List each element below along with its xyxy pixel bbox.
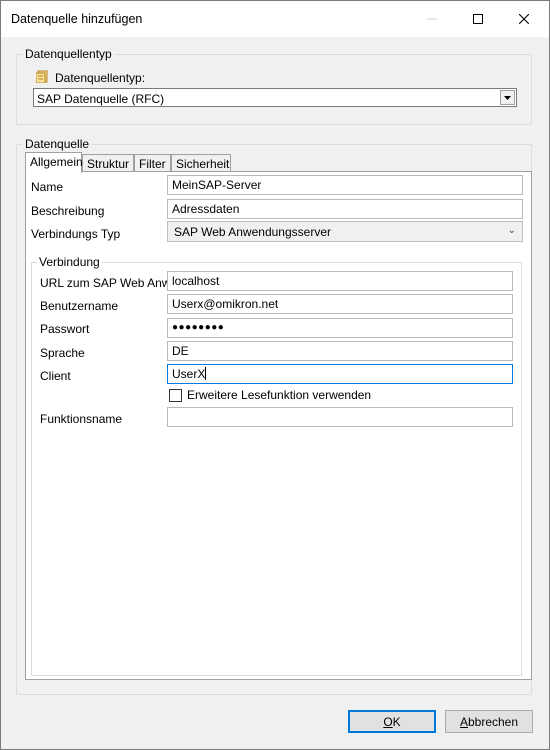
- username-field[interactable]: Userx@omikron.net: [167, 294, 513, 314]
- dropdown-arrow-button[interactable]: [500, 90, 515, 105]
- connection-type-value: SAP Web Anwendungsserver: [174, 225, 331, 239]
- title-bar: Datenquelle hinzufügen: [1, 1, 549, 37]
- language-field[interactable]: DE: [167, 341, 513, 361]
- datasource-legend: Datenquelle: [23, 137, 92, 151]
- tab-sicherheit[interactable]: Sicherheit: [171, 154, 231, 172]
- source-type-value: SAP Datenquelle (RFC): [37, 92, 165, 106]
- username-label: Benutzername: [40, 299, 119, 313]
- name-field[interactable]: MeinSAP-Server: [167, 175, 523, 195]
- cancel-label: bbrechen: [467, 714, 519, 729]
- minimize-icon: [427, 18, 437, 20]
- password-label: Passwort: [40, 322, 90, 336]
- close-icon: [519, 14, 529, 24]
- url-label: URL zum SAP Web Anwe: [40, 276, 178, 290]
- extended-read-label: Erweitere Lesefunktion verwenden: [187, 388, 372, 402]
- dialog-window: Datenquelle hinzufügen Datenquellentyp D…: [0, 0, 550, 750]
- connection-type-select[interactable]: SAP Web Anwendungsserver ⌄: [167, 221, 523, 242]
- datasource-icon: [35, 70, 49, 86]
- chevron-down-icon: [504, 95, 511, 100]
- ok-button[interactable]: OK: [348, 710, 436, 733]
- cancel-button[interactable]: Abbrechen: [445, 710, 533, 733]
- function-name-label: Funktionsname: [40, 412, 123, 426]
- maximize-button[interactable]: [455, 1, 501, 37]
- name-label: Name: [31, 180, 64, 194]
- ok-mnemonic: O: [383, 714, 393, 729]
- description-field[interactable]: Adressdaten: [167, 199, 523, 219]
- maximize-icon: [473, 14, 483, 24]
- close-button[interactable]: [501, 1, 547, 37]
- window-title: Datenquelle hinzufügen: [11, 12, 143, 26]
- connection-legend: Verbindung: [37, 255, 102, 269]
- client-value: UserX: [172, 367, 206, 381]
- ok-label: K: [392, 714, 401, 729]
- client-field[interactable]: UserX: [167, 364, 513, 384]
- function-name-field[interactable]: [167, 407, 513, 427]
- url-field[interactable]: localhost: [167, 271, 513, 291]
- language-label: Sprache: [40, 346, 85, 360]
- tab-struktur[interactable]: Struktur: [82, 154, 134, 172]
- source-type-legend: Datenquellentyp: [23, 47, 114, 61]
- text-caret: [205, 367, 207, 380]
- description-label: Beschreibung: [31, 204, 105, 218]
- tab-filter[interactable]: Filter: [134, 154, 171, 172]
- tab-allgemein[interactable]: Allgemein: [25, 152, 83, 173]
- connection-type-label: Verbindungs Typ: [31, 227, 121, 241]
- source-type-select[interactable]: SAP Datenquelle (RFC): [33, 88, 517, 107]
- password-field[interactable]: ●●●●●●●●: [167, 318, 513, 338]
- minimize-button[interactable]: [409, 1, 455, 37]
- extended-read-checkbox[interactable]: [169, 389, 182, 402]
- client-label: Client: [40, 369, 71, 383]
- source-type-label: Datenquellentyp:: [55, 71, 146, 85]
- chevron-down-icon: ⌄: [507, 225, 516, 236]
- cancel-mnemonic: A: [459, 714, 468, 729]
